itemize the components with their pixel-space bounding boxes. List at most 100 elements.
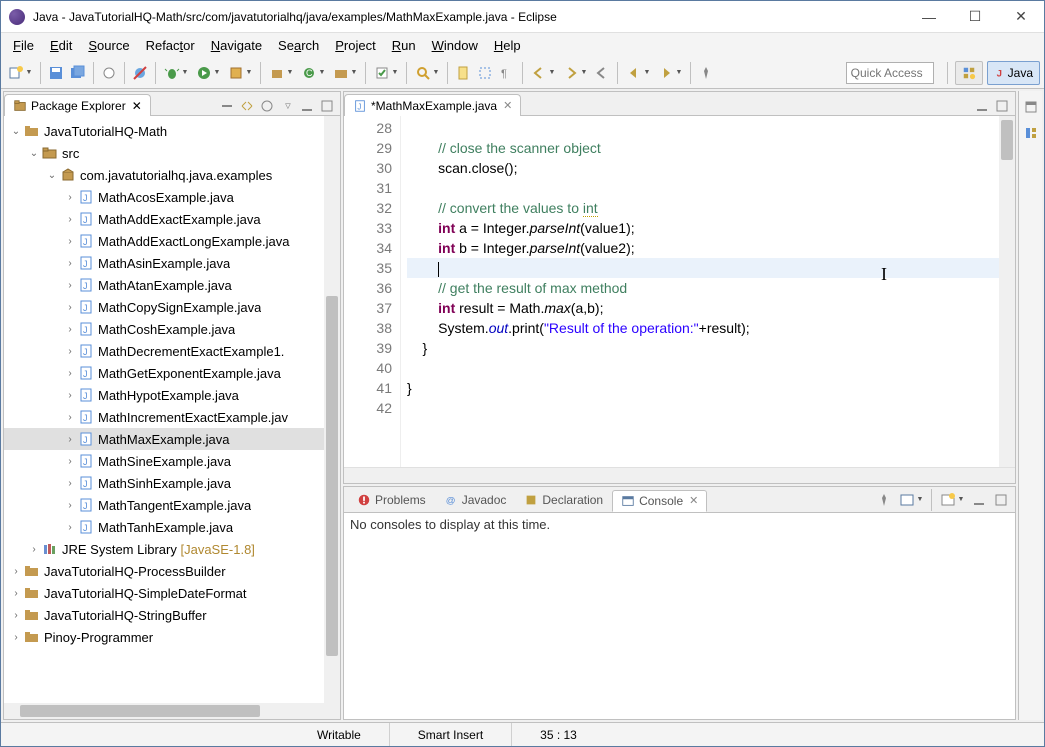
restore-button[interactable] xyxy=(1021,97,1041,117)
toggle-mark-button[interactable] xyxy=(453,62,473,84)
tree-item[interactable]: ›JMathSineExample.java xyxy=(4,450,340,472)
tree-item[interactable]: ›JMathTanhExample.java xyxy=(4,516,340,538)
maximize-button[interactable]: ☐ xyxy=(952,2,998,32)
tree-item[interactable]: ›Pinoy-Programmer xyxy=(4,626,340,648)
tree-item[interactable]: ›JavaTutorialHQ-ProcessBuilder xyxy=(4,560,340,582)
display-console-button[interactable]: ▼ xyxy=(896,489,926,511)
view-menu-button[interactable]: ▽ xyxy=(278,97,296,115)
toggle-block-sel-button[interactable] xyxy=(475,62,495,84)
svg-text:J: J xyxy=(83,457,88,467)
menu-project[interactable]: Project xyxy=(327,36,383,55)
code-content[interactable]: I // close the scanner object scan.close… xyxy=(401,116,1015,467)
package-explorer-icon xyxy=(13,99,27,113)
debug-button[interactable]: ▼ xyxy=(161,62,191,84)
minimize-panel-button[interactable] xyxy=(969,489,989,511)
minimize-button[interactable]: — xyxy=(906,2,952,32)
tree-item[interactable]: ›JMathTangentExample.java xyxy=(4,494,340,516)
vertical-scrollbar[interactable] xyxy=(324,116,340,703)
next-annotation-button[interactable]: ▼ xyxy=(560,62,590,84)
close-icon[interactable]: ✕ xyxy=(132,99,142,113)
collapse-all-button[interactable] xyxy=(218,97,236,115)
menu-search[interactable]: Search xyxy=(270,36,327,55)
new-source-folder-button[interactable]: ▼ xyxy=(330,62,360,84)
menu-help[interactable]: Help xyxy=(486,36,529,55)
tree-item[interactable]: ›JMathMaxExample.java xyxy=(4,428,340,450)
pin-editor-button[interactable] xyxy=(696,62,716,84)
tree-item[interactable]: ›JMathAcosExample.java xyxy=(4,186,340,208)
tree-item[interactable]: ⌄com.javatutorialhq.java.examples xyxy=(4,164,340,186)
tree-item[interactable]: ›JMathGetExponentExample.java xyxy=(4,362,340,384)
package-explorer-tab[interactable]: Package Explorer ✕ xyxy=(4,94,151,116)
new-package-button[interactable]: ▼ xyxy=(266,62,296,84)
status-insert-mode: Smart Insert xyxy=(389,723,511,746)
tree-item[interactable]: ⌄src xyxy=(4,142,340,164)
show-whitespace-button[interactable]: ¶ xyxy=(497,62,517,84)
tree-item[interactable]: ›JMathSinhExample.java xyxy=(4,472,340,494)
problems-icon xyxy=(357,493,371,507)
save-all-button[interactable] xyxy=(68,62,88,84)
new-class-button[interactable]: C▼ xyxy=(298,62,328,84)
tree-item[interactable]: ›JavaTutorialHQ-SimpleDateFormat xyxy=(4,582,340,604)
package-explorer-tree[interactable]: ⌄JavaTutorialHQ-Math⌄src⌄com.javatutoria… xyxy=(4,116,340,703)
javadoc-tab[interactable]: @Javadoc xyxy=(435,489,516,511)
tree-item[interactable]: ›JRE System Library [JavaSE-1.8] xyxy=(4,538,340,560)
tree-item[interactable]: ›JMathCoshExample.java xyxy=(4,318,340,340)
menu-run[interactable]: Run xyxy=(384,36,424,55)
tree-item[interactable]: ›JMathAsinExample.java xyxy=(4,252,340,274)
outline-fastview-button[interactable] xyxy=(1021,123,1041,143)
java-perspective-button[interactable]: JJava xyxy=(987,61,1040,85)
open-type-button[interactable] xyxy=(99,62,119,84)
minimize-view-button[interactable] xyxy=(298,97,316,115)
open-task-button[interactable]: ▼ xyxy=(371,62,401,84)
tree-item[interactable]: ⌄JavaTutorialHQ-Math xyxy=(4,120,340,142)
code-editor[interactable]: 282930313233343536373839404142 I // clos… xyxy=(344,116,1015,467)
menu-window[interactable]: Window xyxy=(424,36,486,55)
pin-console-button[interactable] xyxy=(874,489,894,511)
tree-item[interactable]: ›JMathIncrementExactExample.jav xyxy=(4,406,340,428)
menu-file[interactable]: File xyxy=(5,36,42,55)
close-icon[interactable]: ✕ xyxy=(503,99,512,112)
maximize-view-button[interactable] xyxy=(318,97,336,115)
run-button[interactable]: ▼ xyxy=(193,62,223,84)
forward-button[interactable]: ▼ xyxy=(655,62,685,84)
tree-item[interactable]: ›JMathAddExactExample.java xyxy=(4,208,340,230)
horizontal-scrollbar[interactable] xyxy=(4,703,340,719)
search-button[interactable]: ▼ xyxy=(412,62,442,84)
maximize-panel-button[interactable] xyxy=(991,489,1011,511)
quick-access-input[interactable] xyxy=(846,62,934,84)
back-button[interactable]: ▼ xyxy=(623,62,653,84)
open-perspective-button[interactable] xyxy=(955,61,983,85)
run-last-button[interactable]: ▼ xyxy=(225,62,255,84)
tree-item[interactable]: ›JMathAddExactLongExample.java xyxy=(4,230,340,252)
close-icon[interactable]: ✕ xyxy=(689,494,698,507)
editor-vertical-scrollbar[interactable] xyxy=(999,116,1015,467)
declaration-tab[interactable]: Declaration xyxy=(515,489,612,511)
open-console-button[interactable]: ▼ xyxy=(937,489,967,511)
tree-item[interactable]: ›JMathCopySignExample.java xyxy=(4,296,340,318)
maximize-editor-button[interactable] xyxy=(993,97,1011,115)
tree-item[interactable]: ›JMathDecrementExactExample1. xyxy=(4,340,340,362)
tree-item[interactable]: ›JMathAtanExample.java xyxy=(4,274,340,296)
save-button[interactable] xyxy=(46,62,66,84)
menu-source[interactable]: Source xyxy=(80,36,137,55)
editor-tab[interactable]: J *MathMaxExample.java ✕ xyxy=(344,94,521,116)
menu-navigate[interactable]: Navigate xyxy=(203,36,270,55)
focus-task-button[interactable] xyxy=(258,97,276,115)
link-editor-button[interactable] xyxy=(238,97,256,115)
svg-text:C: C xyxy=(306,68,313,78)
tree-item[interactable]: ›JMathHypotExample.java xyxy=(4,384,340,406)
last-edit-button[interactable]: ▼ xyxy=(528,62,558,84)
tree-item[interactable]: ›JavaTutorialHQ-StringBuffer xyxy=(4,604,340,626)
right-trim xyxy=(1018,91,1042,720)
new-button[interactable]: ▼ xyxy=(5,62,35,84)
editor-horizontal-scrollbar[interactable] xyxy=(344,467,1015,483)
skip-breakpoints-button[interactable] xyxy=(130,62,150,84)
menu-edit[interactable]: Edit xyxy=(42,36,80,55)
package-explorer-title: Package Explorer xyxy=(31,99,126,113)
console-tab[interactable]: Console✕ xyxy=(612,490,707,512)
problems-tab[interactable]: Problems xyxy=(348,489,435,511)
menu-refactor[interactable]: Refactor xyxy=(138,36,203,55)
minimize-editor-button[interactable] xyxy=(973,97,991,115)
last-edit2-button[interactable] xyxy=(592,62,612,84)
close-button[interactable]: ✕ xyxy=(998,2,1044,32)
